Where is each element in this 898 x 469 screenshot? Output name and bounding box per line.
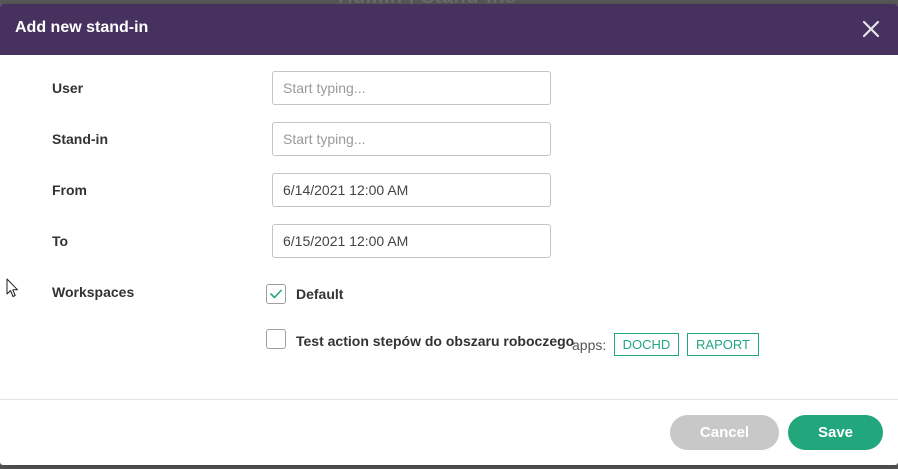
workspaces-label: Workspaces [52,284,135,300]
stand-in-label: Stand-in [52,131,108,147]
to-date-input[interactable] [272,224,551,258]
close-button[interactable] [858,16,884,42]
to-label: To [52,233,69,249]
close-icon [862,20,880,38]
from-date-input[interactable] [272,173,551,207]
workspace-test-checkbox[interactable] [266,329,286,349]
mouse-pointer-icon [6,278,20,303]
workspace-default-label: Default [296,286,344,302]
user-label: User [52,80,84,96]
save-button[interactable]: Save [788,415,883,450]
footer-divider [0,399,898,400]
dialog-title: Add new stand-in [15,19,149,36]
workspace-default-checkbox[interactable] [266,284,286,304]
workspace-test-label: Test action stepów do obszaru roboczego [296,333,575,349]
apps-label: apps: [572,337,607,353]
stand-in-input[interactable] [272,122,551,156]
checkmark-icon [270,289,282,299]
app-tag-dochd: DOCHD [614,333,679,356]
dialog-header: Add new stand-in [0,4,898,55]
add-stand-in-dialog: Add new stand-in User Stand-in From To W… [0,4,898,465]
user-input[interactable] [272,71,551,105]
app-tag-raport: RAPORT [687,333,759,356]
cancel-button[interactable]: Cancel [670,415,779,450]
from-label: From [52,182,87,198]
